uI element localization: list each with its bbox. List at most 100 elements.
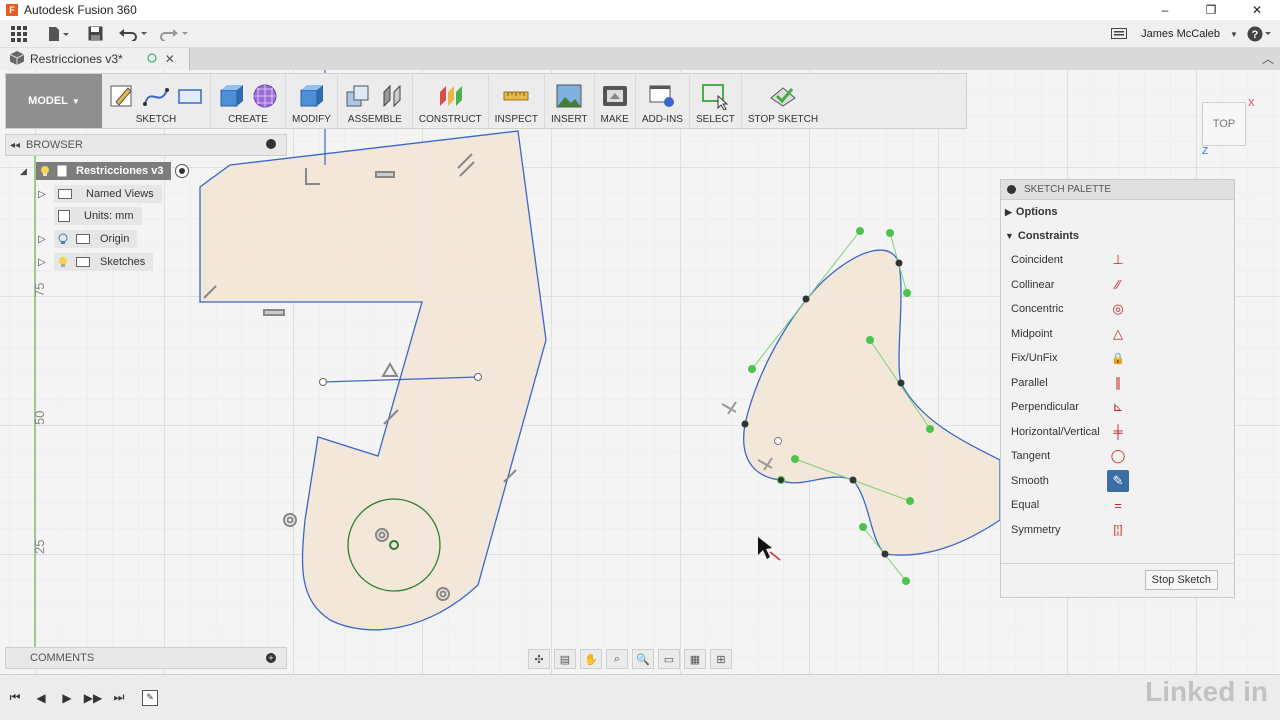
stop-sketch-button[interactable]: STOP SKETCH	[748, 114, 818, 125]
workspace-switcher[interactable]: MODEL ▼	[6, 74, 102, 128]
constraint-midpoint[interactable]: Midpoint △	[1001, 322, 1234, 347]
line-endpoint[interactable]	[474, 373, 482, 381]
expand-arrow-icon[interactable]: ▷	[38, 189, 54, 200]
browser-item-sketches[interactable]: ▷ Sketches	[38, 253, 154, 271]
constraint-collinear[interactable]: Collinear ⁄⁄	[1001, 273, 1234, 298]
equal-icon[interactable]: =	[1107, 494, 1129, 516]
restore-button[interactable]: ❐	[1188, 0, 1234, 20]
file-menu-icon[interactable]	[38, 20, 78, 48]
constraint-horizontal-vertical[interactable]: Horizontal/Vertical ╪	[1001, 420, 1234, 445]
measure-icon[interactable]	[502, 82, 530, 110]
collinear-icon[interactable]: ⁄⁄	[1107, 274, 1129, 296]
perpendicular-icon[interactable]: ⊾	[1107, 396, 1129, 418]
constraint-symmetry[interactable]: Symmetry [¦]	[1001, 518, 1234, 543]
constraints-section[interactable]: ▼ Constraints	[1001, 224, 1234, 248]
constraint-concentric[interactable]: Concentric ◎	[1001, 297, 1234, 322]
palette-header[interactable]: SKETCH PALETTE	[1001, 180, 1234, 200]
help-icon[interactable]: ?	[1240, 20, 1280, 48]
create-sketch-icon[interactable]	[108, 82, 136, 110]
parallel-icon[interactable]: ∥	[1107, 372, 1129, 394]
spline-profile[interactable]	[743, 249, 1001, 556]
undo-icon[interactable]	[112, 20, 156, 48]
toolbar-group-assemble[interactable]: ASSEMBLE	[338, 74, 413, 128]
step-back-icon[interactable]: ◀	[30, 687, 52, 709]
add-comment-icon[interactable]: +	[266, 653, 276, 663]
job-status-icon[interactable]	[1105, 20, 1133, 48]
collapse-chevron-icon[interactable]: ︿	[1262, 50, 1274, 67]
viewports-icon[interactable]: ⊞	[710, 649, 732, 669]
toolbar-group-make[interactable]: MAKE	[595, 74, 636, 128]
orbit-icon[interactable]: ✣	[528, 649, 550, 669]
concentric-icon[interactable]: ◎	[1107, 298, 1129, 320]
visibility-bulb-icon[interactable]	[36, 162, 54, 180]
comments-panel[interactable]: COMMENTS +	[5, 647, 287, 669]
scripts-addins-icon[interactable]	[648, 82, 676, 110]
rectangle-icon[interactable]	[176, 82, 204, 110]
palette-stop-sketch-button[interactable]: Stop Sketch	[1144, 570, 1218, 590]
select-icon[interactable]	[701, 82, 729, 111]
viewcube[interactable]: TOP	[1202, 102, 1246, 146]
section-expand-icon[interactable]: ▶	[1005, 207, 1012, 218]
browser-item-origin[interactable]: ▷ Origin	[38, 230, 138, 248]
constraint-parallel[interactable]: Parallel ∥	[1001, 371, 1234, 396]
extrude-icon[interactable]	[217, 82, 245, 110]
attached-canvas-icon[interactable]	[555, 82, 583, 110]
document-tab[interactable]: Restricciones v3* ✕	[0, 48, 190, 70]
offset-plane-icon[interactable]	[436, 82, 464, 110]
look-at-icon[interactable]: ▤	[554, 649, 576, 669]
viewcube-top-face[interactable]: TOP	[1213, 118, 1235, 130]
step-forward-icon[interactable]: ▶▶	[82, 687, 104, 709]
section-collapse-icon[interactable]: ▼	[1005, 231, 1014, 241]
toolbar-group-create[interactable]: CREATE	[211, 74, 286, 128]
go-to-start-icon[interactable]: ⏮	[4, 687, 26, 709]
display-settings-icon[interactable]: ▭	[658, 649, 680, 669]
zoom-window-icon[interactable]: ⌕	[606, 649, 628, 669]
toolbar-group-inspect[interactable]: INSPECT	[489, 74, 546, 128]
constraint-perpendicular[interactable]: Perpendicular ⊾	[1001, 395, 1234, 420]
pan-hand-icon[interactable]: ✋	[580, 649, 602, 669]
center-point[interactable]	[774, 437, 782, 445]
browser-root-node[interactable]: ◢ Restricciones v3	[20, 162, 190, 180]
modify-menu[interactable]: MODIFY	[292, 114, 331, 125]
insert-menu[interactable]: INSERT	[551, 114, 588, 125]
toolbar-group-construct[interactable]: CONSTRUCT	[413, 74, 489, 128]
expand-arrow-icon[interactable]: ▷	[38, 257, 54, 268]
hidden-bulb-icon[interactable]	[58, 233, 68, 245]
form-icon[interactable]	[251, 82, 279, 110]
constraint-coincident[interactable]: Coincident ⊥	[1001, 248, 1234, 273]
3d-print-icon[interactable]	[601, 82, 629, 110]
timeline-sketch-feature-icon[interactable]: ✎	[142, 689, 158, 706]
redo-icon[interactable]	[156, 20, 194, 48]
press-pull-icon[interactable]	[297, 82, 325, 110]
toolbar-group-addins[interactable]: ADD-INS	[636, 74, 690, 128]
stop-sketch-icon[interactable]	[769, 82, 797, 110]
lock-icon[interactable]: 🔒	[1107, 347, 1129, 369]
zoom-icon[interactable]: 🔍	[632, 649, 654, 669]
joint-icon[interactable]	[378, 82, 406, 110]
coincident-icon[interactable]: ⊥	[1107, 249, 1129, 271]
constraint-fix-unfix[interactable]: Fix/UnFix 🔒	[1001, 346, 1234, 371]
create-menu[interactable]: CREATE	[228, 114, 268, 125]
go-to-end-icon[interactable]: ⏭	[108, 687, 130, 709]
line-endpoint[interactable]	[319, 378, 327, 386]
minimize-button[interactable]: –	[1142, 0, 1188, 20]
inspect-menu[interactable]: INSPECT	[495, 114, 538, 125]
active-radio-icon[interactable]	[175, 164, 190, 178]
user-menu[interactable]: James McCaleb	[1141, 28, 1220, 40]
symmetry-icon[interactable]: [¦]	[1107, 519, 1129, 541]
browser-item-units[interactable]: Units: mm	[54, 207, 142, 225]
sketch-menu[interactable]: SKETCH	[136, 114, 177, 125]
construct-menu[interactable]: CONSTRUCT	[419, 114, 482, 125]
new-component-icon[interactable]	[344, 82, 372, 110]
grid-settings-icon[interactable]: ▦	[684, 649, 706, 669]
constraint-smooth[interactable]: Smooth ✎	[1001, 469, 1234, 494]
collapse-panel-icon[interactable]: ◂◂	[10, 140, 20, 151]
options-section[interactable]: ▶ Options	[1001, 200, 1234, 224]
toolbar-group-select[interactable]: SELECT	[690, 74, 742, 128]
user-menu-chevron-icon[interactable]: ▼	[1228, 20, 1240, 48]
horizontal-vertical-icon[interactable]: ╪	[1107, 421, 1129, 443]
browser-item-named-views[interactable]: ▷ Named Views	[38, 185, 162, 203]
assemble-menu[interactable]: ASSEMBLE	[348, 114, 402, 125]
make-menu[interactable]: MAKE	[601, 114, 629, 125]
save-icon[interactable]	[78, 20, 112, 48]
